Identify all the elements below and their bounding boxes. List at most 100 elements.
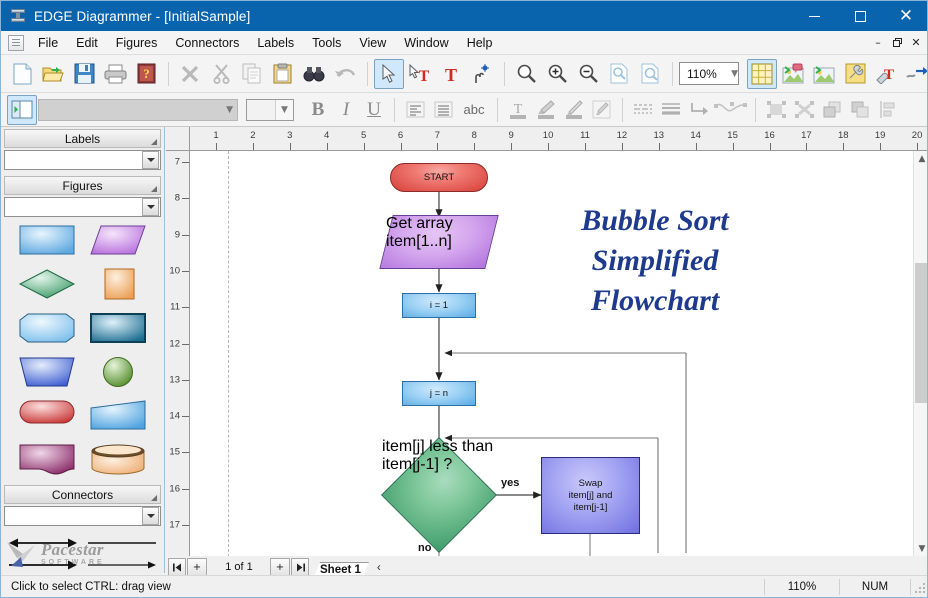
- figure-diamond[interactable]: [18, 267, 76, 301]
- vertical-scroll-thumb[interactable]: [915, 263, 928, 403]
- bring-front-icon[interactable]: [818, 97, 846, 123]
- text-color-icon[interactable]: T: [504, 97, 532, 123]
- node-j-equals-n[interactable]: j = n: [402, 381, 476, 406]
- menu-tools[interactable]: Tools: [303, 33, 350, 53]
- node-i-equals-1[interactable]: i = 1: [402, 293, 476, 318]
- connectors-panel-header[interactable]: Connectors: [4, 485, 161, 504]
- menu-file[interactable]: File: [29, 33, 67, 53]
- resize-grip-icon[interactable]: [151, 139, 157, 145]
- menu-window[interactable]: Window: [395, 33, 457, 53]
- status-resize-grip[interactable]: [911, 578, 928, 596]
- resize-grip-icon[interactable]: [151, 186, 157, 192]
- minimize-button[interactable]: [791, 1, 837, 31]
- scroll-up-icon[interactable]: ▲: [914, 151, 928, 167]
- image-icon[interactable]: [809, 59, 839, 89]
- first-page-button[interactable]: [168, 558, 186, 576]
- maximize-button[interactable]: [837, 1, 883, 31]
- text-tool-icon[interactable]: T: [436, 59, 466, 89]
- line-color-icon[interactable]: [560, 97, 588, 123]
- font-combo[interactable]: ▼: [38, 99, 238, 121]
- help-book-icon[interactable]: ?: [131, 59, 161, 89]
- figure-square[interactable]: [89, 267, 147, 301]
- chevron-down-icon[interactable]: [142, 198, 159, 216]
- sheet-scroll-left-button[interactable]: ‹: [373, 560, 385, 574]
- chevron-down-icon[interactable]: [142, 507, 159, 525]
- node-start[interactable]: START: [390, 163, 488, 192]
- shadow-color-icon[interactable]: [588, 97, 616, 123]
- labels-combo[interactable]: [4, 150, 161, 170]
- new-icon[interactable]: [7, 59, 37, 89]
- find-icon[interactable]: [299, 59, 329, 89]
- point-tool-icon[interactable]: [467, 59, 497, 89]
- figure-hexagon[interactable]: [18, 311, 76, 345]
- figure-slanted-rect[interactable]: [89, 399, 147, 433]
- menu-edit[interactable]: Edit: [67, 33, 107, 53]
- figure-box3d[interactable]: [89, 311, 147, 345]
- zoom-icon[interactable]: [511, 59, 541, 89]
- undo-icon[interactable]: [330, 59, 360, 89]
- mdi-close-button[interactable]: ✕: [907, 34, 925, 51]
- scroll-down-icon[interactable]: ▼: [914, 541, 928, 557]
- color-combo[interactable]: ▼: [246, 99, 294, 121]
- panel-toggle-icon[interactable]: [7, 95, 37, 125]
- fill-color-icon[interactable]: [532, 97, 560, 123]
- zoom-out-icon[interactable]: [573, 59, 603, 89]
- figures-combo[interactable]: [4, 197, 161, 217]
- menu-view[interactable]: View: [350, 33, 395, 53]
- resize-grip-icon[interactable]: [151, 495, 157, 501]
- menu-figures[interactable]: Figures: [107, 33, 167, 53]
- group-icon[interactable]: [762, 97, 790, 123]
- ungroup-icon[interactable]: [790, 97, 818, 123]
- open-icon[interactable]: [38, 59, 68, 89]
- insert-page-before-button[interactable]: +: [187, 558, 207, 576]
- line-weight-icon[interactable]: [657, 97, 685, 123]
- mdi-minimize-button[interactable]: –: [869, 34, 887, 51]
- zoom-in-icon[interactable]: [542, 59, 572, 89]
- insert-page-after-button[interactable]: +: [270, 558, 290, 576]
- figure-document[interactable]: [18, 443, 76, 477]
- mdi-restore-button[interactable]: [888, 34, 906, 51]
- zoom-combo[interactable]: 110% ▼: [679, 62, 739, 85]
- figure-circle[interactable]: [89, 355, 147, 389]
- align-justify-icon[interactable]: [429, 97, 457, 123]
- node-get-array[interactable]: Get array item[1..n]: [386, 215, 492, 269]
- connector-properties-icon[interactable]: [902, 59, 928, 89]
- labels-panel-header[interactable]: Labels: [4, 129, 161, 148]
- curve-icon[interactable]: [713, 97, 749, 123]
- figure-style-icon[interactable]: [778, 59, 808, 89]
- close-button[interactable]: ✕: [883, 1, 928, 31]
- spellcheck-button[interactable]: abc: [457, 97, 491, 123]
- grid-icon[interactable]: [747, 59, 777, 89]
- figure-parallelogram[interactable]: [89, 223, 147, 257]
- paste-icon[interactable]: [268, 59, 298, 89]
- underline-button[interactable]: U: [360, 97, 388, 123]
- send-back-icon[interactable]: [846, 97, 874, 123]
- figure-rounded-bar[interactable]: [18, 399, 76, 425]
- copy-icon[interactable]: [237, 59, 267, 89]
- figures-panel-header[interactable]: Figures: [4, 176, 161, 195]
- menu-connectors[interactable]: Connectors: [166, 33, 248, 53]
- align-left-icon[interactable]: [401, 97, 429, 123]
- line-style-icon[interactable]: [629, 97, 657, 123]
- italic-button[interactable]: I: [332, 97, 360, 123]
- document-icon[interactable]: [8, 35, 24, 51]
- cut-icon[interactable]: [206, 59, 236, 89]
- last-page-button[interactable]: [291, 558, 309, 576]
- menu-labels[interactable]: Labels: [248, 33, 303, 53]
- zoom-selection-icon[interactable]: [635, 59, 665, 89]
- save-icon[interactable]: [69, 59, 99, 89]
- select-tool-icon[interactable]: [374, 59, 404, 89]
- canvas-vertical-scrollbar[interactable]: ▲ ▼: [913, 151, 928, 557]
- node-swap[interactable]: Swap item[j] and item[j-1]: [541, 457, 640, 534]
- node-compare[interactable]: item[j] less than item[j-1] ?: [382, 438, 496, 552]
- connectors-combo[interactable]: [4, 506, 161, 526]
- figure-trapezoid[interactable]: [18, 355, 76, 389]
- delete-icon[interactable]: [175, 59, 205, 89]
- align-objects-icon[interactable]: [874, 97, 902, 123]
- chevron-down-icon[interactable]: [142, 151, 159, 169]
- properties-icon[interactable]: [840, 59, 870, 89]
- figure-cylinder[interactable]: [89, 443, 147, 477]
- diagram-canvas[interactable]: Bubble Sort Simplified Flowchart: [190, 151, 913, 557]
- bold-button[interactable]: B: [304, 97, 332, 123]
- arrow-style-icon[interactable]: [685, 97, 713, 123]
